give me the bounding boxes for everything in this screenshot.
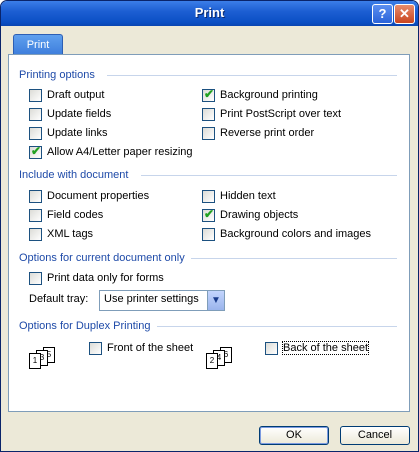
checkbox-xml-tags[interactable]: XML tags bbox=[29, 226, 93, 242]
checkbox-box[interactable] bbox=[202, 227, 215, 241]
section-include-with-document: Include with document bbox=[19, 169, 129, 181]
checkbox-label: XML tags bbox=[47, 228, 94, 240]
section-divider bbox=[191, 258, 397, 259]
checkbox-label: Print data only for forms bbox=[47, 272, 164, 284]
default-tray-value: Use printer settings bbox=[104, 293, 199, 305]
checkbox-label: Print PostScript over text bbox=[220, 108, 342, 120]
close-icon[interactable]: ✕ bbox=[394, 4, 415, 24]
front-sheet-pages-icon: 5 3 1 bbox=[29, 347, 57, 369]
checkbox-label: Reverse print order bbox=[220, 127, 315, 139]
ok-button[interactable]: OK bbox=[259, 426, 329, 445]
checkbox-print-postscript-over-text[interactable]: Print PostScript over text bbox=[202, 106, 341, 122]
checkbox-field-codes[interactable]: Field codes bbox=[29, 207, 103, 223]
checkbox-box[interactable]: ✔ bbox=[202, 86, 215, 102]
help-icon[interactable]: ? bbox=[372, 4, 393, 24]
checkbox-box[interactable] bbox=[202, 126, 215, 140]
checkbox-allow-a4-letter-resizing[interactable]: ✔ Allow A4/Letter paper resizing bbox=[29, 144, 193, 160]
checkbox-reverse-print-order[interactable]: Reverse print order bbox=[202, 125, 314, 141]
checkbox-box[interactable] bbox=[265, 341, 278, 355]
checkbox-hidden-text[interactable]: Hidden text bbox=[202, 188, 276, 204]
back-sheet-pages-icon: 6 4 2 bbox=[206, 347, 234, 369]
checkbox-update-links[interactable]: Update links bbox=[29, 125, 108, 141]
checkbox-drawing-objects[interactable]: ✔ Drawing objects bbox=[202, 207, 298, 223]
checkbox-box[interactable] bbox=[29, 208, 42, 222]
checkbox-label: Update links bbox=[47, 127, 108, 139]
checkbox-print-data-only-for-forms[interactable]: Print data only for forms bbox=[29, 270, 164, 286]
checkbox-label: Allow A4/Letter paper resizing bbox=[47, 146, 193, 158]
checkbox-label: Field codes bbox=[47, 209, 104, 221]
tab-print[interactable]: Print bbox=[13, 34, 63, 55]
section-divider bbox=[107, 75, 397, 76]
checkbox-box[interactable] bbox=[89, 341, 102, 355]
checkbox-box[interactable]: ✔ bbox=[29, 143, 42, 159]
checkbox-label: Update fields bbox=[47, 108, 112, 120]
checkmark-icon: ✔ bbox=[31, 143, 42, 158]
checkbox-box[interactable] bbox=[202, 189, 215, 203]
checkbox-box[interactable] bbox=[29, 189, 42, 203]
section-divider bbox=[141, 175, 397, 176]
window-title: Print bbox=[194, 5, 225, 20]
cancel-button[interactable]: Cancel bbox=[340, 426, 410, 445]
title-bar[interactable]: Print ? ✕ bbox=[1, 1, 418, 26]
checkbox-update-fields[interactable]: Update fields bbox=[29, 106, 111, 122]
checkbox-document-properties[interactable]: Document properties bbox=[29, 188, 149, 204]
default-tray-select[interactable]: Use printer settings ▼ bbox=[99, 290, 225, 311]
checkmark-icon: ✔ bbox=[204, 206, 215, 221]
checkbox-label: Background colors and images bbox=[220, 228, 372, 240]
section-current-document: Options for current document only bbox=[19, 252, 185, 264]
checkmark-icon: ✔ bbox=[204, 86, 215, 101]
checkbox-draft-output[interactable]: Draft output bbox=[29, 87, 104, 103]
section-duplex-printing: Options for Duplex Printing bbox=[19, 320, 151, 332]
checkbox-box[interactable] bbox=[29, 271, 42, 285]
default-tray-label: Default tray: bbox=[29, 293, 89, 305]
checkbox-label: Background printing bbox=[220, 89, 318, 101]
checkbox-box[interactable] bbox=[29, 227, 42, 241]
checkbox-box[interactable] bbox=[29, 126, 42, 140]
checkbox-box[interactable] bbox=[202, 107, 215, 121]
checkbox-box[interactable]: ✔ bbox=[202, 206, 215, 222]
section-printing-options: Printing options bbox=[19, 69, 95, 81]
section-divider bbox=[157, 326, 397, 327]
dropdown-arrow-icon[interactable]: ▼ bbox=[207, 291, 224, 310]
print-tab-panel: Printing options Draft output Update fie… bbox=[8, 54, 410, 412]
checkbox-box[interactable] bbox=[29, 88, 42, 102]
checkbox-front-of-sheet[interactable]: Front of the sheet bbox=[89, 340, 193, 356]
checkbox-label: Document properties bbox=[47, 190, 150, 202]
checkbox-label: Drawing objects bbox=[220, 209, 299, 221]
print-dialog: Print ? ✕ Print Printing options Draft o… bbox=[0, 0, 419, 452]
checkbox-back-of-sheet[interactable]: Back of the sheet bbox=[265, 340, 369, 356]
checkbox-label: Front of the sheet bbox=[107, 342, 194, 354]
checkbox-label: Back of the sheet bbox=[282, 341, 369, 355]
checkbox-label: Hidden text bbox=[220, 190, 276, 202]
checkbox-box[interactable] bbox=[29, 107, 42, 121]
checkbox-background-printing[interactable]: ✔ Background printing bbox=[202, 87, 318, 103]
checkbox-label: Draft output bbox=[47, 89, 105, 101]
checkbox-background-colors-images[interactable]: Background colors and images bbox=[202, 226, 371, 242]
